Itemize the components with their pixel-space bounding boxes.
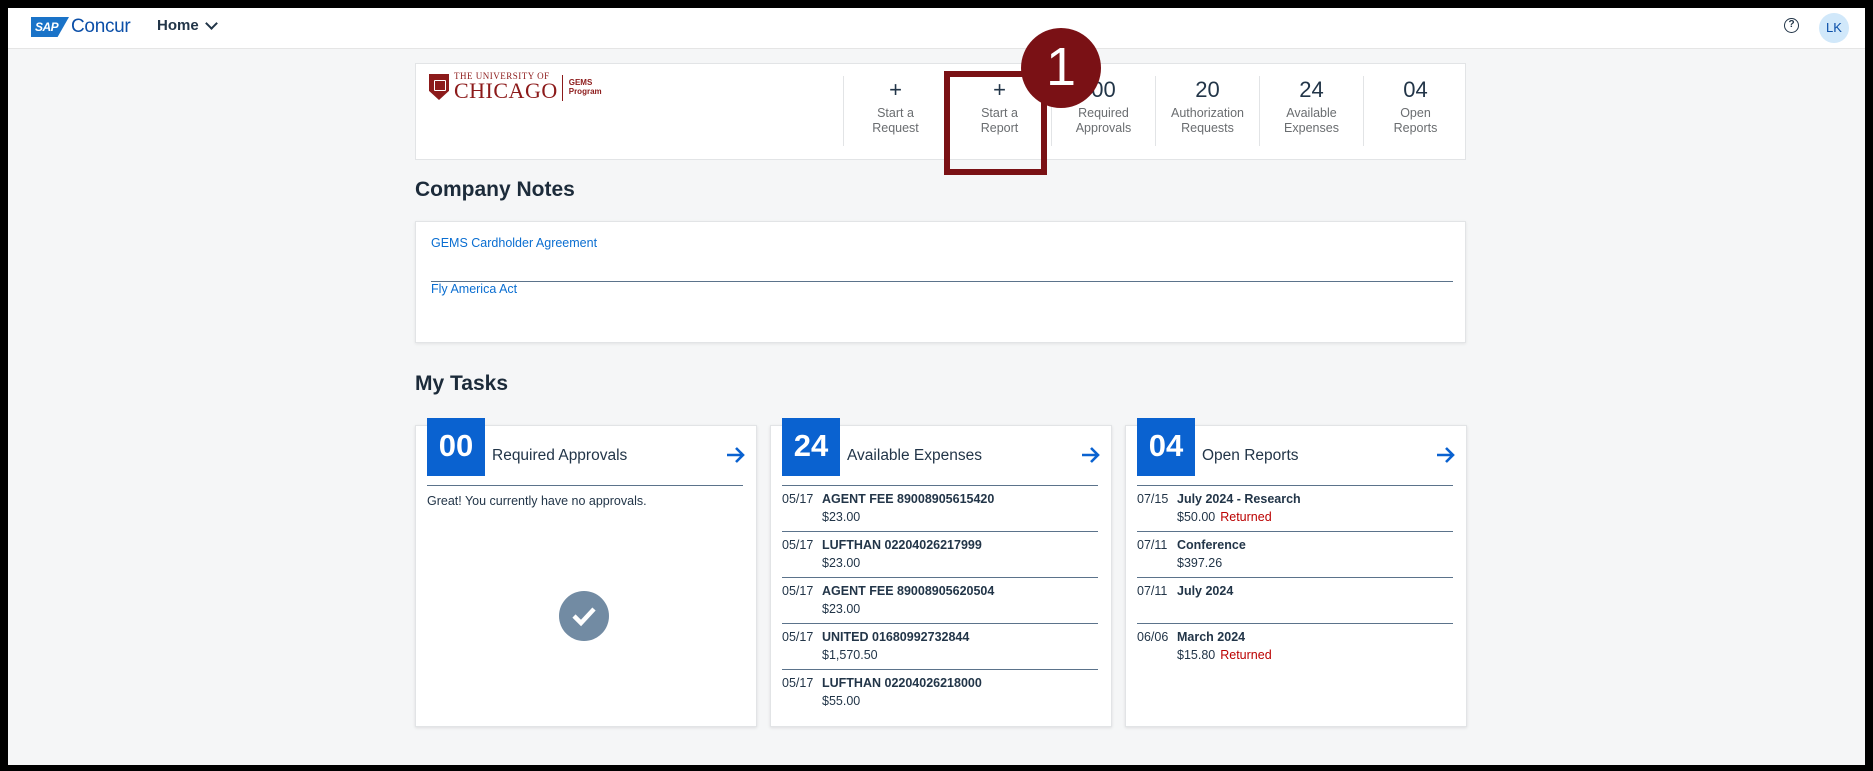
expense-amount: $23.00 xyxy=(822,602,861,616)
report-name: Conference xyxy=(1177,538,1246,552)
fly-america-act-link[interactable]: Fly America Act xyxy=(431,282,517,296)
report-status-badge: Returned xyxy=(1220,648,1272,662)
report-name: July 2024 xyxy=(1177,584,1234,598)
note-divider xyxy=(431,281,1453,282)
step-number-badge: 1 xyxy=(1021,28,1101,108)
expense-date: 05/17 xyxy=(782,492,814,506)
arrow-right-icon[interactable] xyxy=(724,443,748,467)
quick-action-label: Available xyxy=(1286,106,1337,120)
approvals-card-title: Required Approvals xyxy=(492,447,628,464)
expense-amount: $55.00 xyxy=(822,694,861,708)
help-icon[interactable]: ? xyxy=(1784,18,1799,33)
report-date: 07/15 xyxy=(1137,492,1169,506)
expense-name: AGENT FEE 89008905620504 xyxy=(822,584,995,598)
report-amount-line: $15.80 Returned xyxy=(1177,648,1272,662)
report-name: March 2024 xyxy=(1177,630,1246,644)
report-list-item[interactable]: 07/15 July 2024 - Research $50.00 Returne… xyxy=(1137,486,1453,532)
top-navigation-bar: SAP Concur Home ? LK xyxy=(8,8,1865,49)
report-status-badge: Returned xyxy=(1220,510,1272,524)
concur-wordmark: Concur xyxy=(71,16,131,37)
no-approvals-message: Great! You currently have no approvals. xyxy=(427,494,647,508)
counter-value: 24 xyxy=(1299,77,1324,102)
report-date: 06/06 xyxy=(1137,630,1169,644)
required-approvals-card: 00 Required Approvals Great! You current… xyxy=(415,418,757,727)
expense-date: 05/17 xyxy=(782,584,814,598)
report-list-item[interactable]: 07/11 July 2024 xyxy=(1137,578,1453,624)
quick-action-label: Required xyxy=(1078,106,1129,120)
expenses-count-badge: 24 xyxy=(782,418,840,476)
approvals-count-badge: 00 xyxy=(427,418,485,476)
chevron-down-icon xyxy=(204,16,218,30)
quick-action-label: Reports xyxy=(1393,121,1438,135)
open-reports-counter[interactable]: 04 Open Reports xyxy=(1363,76,1467,146)
counter-value: 20 xyxy=(1195,77,1220,102)
report-amount: $397.26 xyxy=(1177,556,1223,570)
arrow-right-icon[interactable] xyxy=(1434,443,1458,467)
home-menu-label: Home xyxy=(157,17,199,34)
report-amount: $15.80 xyxy=(1177,648,1216,662)
expense-amount: $23.00 xyxy=(822,556,861,570)
university-of-chicago-logo: THE UNIVERSITY OF CHICAGO GEMS Program xyxy=(429,71,602,103)
quick-action-label: Open xyxy=(1400,106,1431,120)
program-name-line2: Program xyxy=(568,87,602,96)
app-window: SAP Concur Home ? LK THE UNIVERSITY OF C… xyxy=(8,8,1865,765)
expense-list-item[interactable]: 05/17 UNITED 01680992732844 $1,570.50 xyxy=(782,624,1098,670)
counter-value: 04 xyxy=(1403,77,1428,102)
expense-name: UNITED 01680992732844 xyxy=(822,630,970,644)
quick-action-label: Authorization xyxy=(1171,106,1244,120)
program-name-line1: GEMS xyxy=(568,78,593,87)
expense-amount: $1,570.50 xyxy=(822,648,878,662)
sap-logo-badge: SAP xyxy=(31,17,69,37)
expense-name: LUFTHAN 02204026218000 xyxy=(822,676,982,690)
arrow-right-icon[interactable] xyxy=(1079,443,1103,467)
report-amount-line: $50.00 Returned xyxy=(1177,510,1272,524)
report-name: July 2024 - Research xyxy=(1177,492,1301,506)
user-avatar[interactable]: LK xyxy=(1819,13,1849,43)
home-menu-button[interactable]: Home xyxy=(157,16,218,34)
available-expenses-counter[interactable]: 24 Available Expenses xyxy=(1259,76,1363,146)
expenses-card-title: Available Expenses xyxy=(847,447,982,464)
expense-date: 05/17 xyxy=(782,676,814,690)
reports-card-title: Open Reports xyxy=(1202,447,1299,464)
reports-count-badge: 04 xyxy=(1137,418,1195,476)
company-notes-heading: Company Notes xyxy=(415,178,575,201)
university-shield-icon xyxy=(429,74,449,100)
expense-list-item[interactable]: 05/17 AGENT FEE 89008905615420 $23.00 xyxy=(782,486,1098,532)
expense-list-item[interactable]: 05/17 AGENT FEE 89008905620504 $23.00 xyxy=(782,578,1098,624)
expense-amount: $23.00 xyxy=(822,510,861,524)
expense-date: 05/17 xyxy=(782,630,814,644)
my-tasks-heading: My Tasks xyxy=(415,372,508,395)
report-amount-line: $397.26 xyxy=(1177,556,1222,570)
quick-action-label: Request xyxy=(872,121,919,135)
authorization-requests-counter[interactable]: 20 Authorization Requests xyxy=(1155,76,1259,146)
expense-name: AGENT FEE 89008905615420 xyxy=(822,492,995,506)
logo-divider xyxy=(561,75,563,101)
quick-action-label: Start a xyxy=(877,106,914,120)
report-amount: $50.00 xyxy=(1177,510,1216,524)
quick-actions-card: THE UNIVERSITY OF CHICAGO GEMS Program +… xyxy=(415,63,1466,160)
report-list-item[interactable]: 06/06 March 2024 $15.80 Returned xyxy=(1137,624,1453,670)
gems-cardholder-agreement-link[interactable]: GEMS Cardholder Agreement xyxy=(431,236,597,250)
company-notes-card: GEMS Cardholder Agreement Fly America Ac… xyxy=(415,221,1466,343)
available-expenses-card: 24 Available Expenses 05/17 AGENT FEE 89… xyxy=(770,418,1112,727)
sap-concur-logo[interactable]: SAP Concur xyxy=(31,16,131,38)
expense-date: 05/17 xyxy=(782,538,814,552)
report-date: 07/11 xyxy=(1137,538,1168,552)
expense-list-item[interactable]: 05/17 LUFTHAN 02204026217999 $23.00 xyxy=(782,532,1098,578)
quick-action-label: Requests xyxy=(1181,121,1234,135)
plus-icon: + xyxy=(889,77,902,102)
expense-name: LUFTHAN 02204026217999 xyxy=(822,538,982,552)
expense-list-item[interactable]: 05/17 LUFTHAN 02204026218000 $55.00 xyxy=(782,670,1098,716)
open-reports-card: 04 Open Reports 07/15 July 2024 - Resear… xyxy=(1125,418,1467,727)
report-list-item[interactable]: 07/11 Conference $397.26 xyxy=(1137,532,1453,578)
org-name-line2: CHICAGO xyxy=(454,78,558,103)
report-date: 07/11 xyxy=(1137,584,1168,598)
card-divider xyxy=(427,485,743,486)
start-request-button[interactable]: + Start a Request xyxy=(843,76,947,146)
quick-action-label: Expenses xyxy=(1284,121,1339,135)
checkmark-icon xyxy=(559,591,609,641)
quick-action-label: Approvals xyxy=(1075,121,1132,135)
